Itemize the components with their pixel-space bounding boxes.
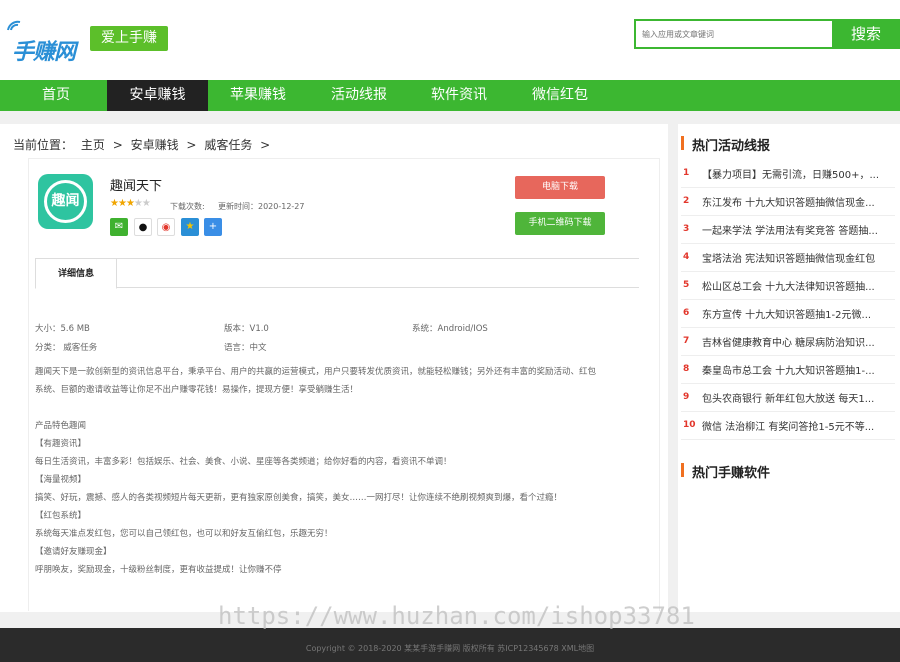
wechat-icon[interactable]: ✉ [110, 218, 128, 236]
rank-number: 1 [683, 168, 690, 178]
weibo-icon[interactable]: ◉ [157, 218, 175, 236]
nav-item-wechat-redpacket[interactable]: 微信红包 [510, 80, 610, 111]
news-link[interactable]: 【暴力项目】无需引流，日赚500+，... [702, 166, 897, 181]
rank-number: 5 [683, 280, 690, 290]
feature-3-title: 【红包系统】 [35, 511, 87, 521]
list-item[interactable]: 1 【暴力项目】无需引流，日赚500+，... [681, 160, 895, 188]
news-link[interactable]: 吉林省健康教育中心 糖尿病防治知识... [702, 334, 897, 349]
list-item[interactable]: 6 东方宣传 十九大知识答题抽1-2元微... [681, 300, 895, 328]
list-item[interactable]: 9 包头农商银行 新年红包大放送 每天1... [681, 384, 895, 412]
list-item[interactable]: 5 松山区总工会 十九大法律知识答题抽... [681, 272, 895, 300]
news-link[interactable]: 微信 法治柳江 有奖问答抢1-5元不等... [702, 418, 897, 433]
nav-item-ios[interactable]: 苹果赚钱 [208, 80, 308, 111]
breadcrumb-category[interactable]: 威客任务 [204, 138, 252, 152]
qq-icon[interactable]: ● [134, 218, 152, 236]
nav-item-activities[interactable]: 活动线报 [309, 80, 409, 111]
nav-item-android[interactable]: 安卓赚钱 [107, 80, 208, 111]
rating-stars: ★★★★★ [110, 198, 151, 209]
tab-details[interactable]: 详细信息 [35, 258, 117, 289]
download-count: 下载次数: [170, 202, 205, 211]
news-link[interactable]: 一起来学法 学法用法有奖竞答 答题抽... [702, 222, 897, 237]
meta-system: 系统：Android/IOS [412, 324, 488, 334]
breadcrumb-home[interactable]: 主页 [81, 138, 105, 152]
detail-tabbar: 详细信息 [35, 258, 639, 289]
rank-number: 10 [683, 420, 696, 430]
list-item[interactable]: 3 一起来学法 学法用法有奖竞答 答题抽... [681, 216, 895, 244]
news-link[interactable]: 秦皇岛市总工会 十九大知识答题抽1-... [702, 362, 897, 377]
qr-download-button[interactable]: 手机二维码下载 [515, 212, 605, 235]
more-share-icon[interactable]: + [204, 218, 222, 236]
wifi-icon [7, 20, 21, 31]
search-input[interactable] [636, 21, 832, 47]
rank-number: 4 [683, 252, 690, 262]
breadcrumb-android[interactable]: 安卓赚钱 [131, 138, 179, 152]
feature-3-text: 系统每天准点发红包，您可以自己领红包，也可以和好友互偷红包，乐趣无穷！ [35, 529, 333, 539]
feature-2-text: 搞笑、好玩，震撼、感人的各类视频短片每天更新，更有独家原创美食，搞笑，美女……一… [35, 493, 563, 503]
news-link[interactable]: 东方宣传 十九大知识答题抽1-2元微... [702, 306, 897, 321]
feature-1-title: 【有趣资讯】 [35, 439, 87, 449]
site-logo[interactable]: 手赚网 [4, 10, 86, 65]
meta-version: 版本：V1.0 [224, 324, 269, 334]
breadcrumb-sep: > [112, 138, 123, 152]
star-empty-icon: ★ [133, 198, 143, 209]
news-link[interactable]: 宝塔法治 宪法知识答题抽微信现金红包 [702, 250, 897, 265]
desc-intro: 趣闻天下是一款创新型的资讯信息平台，秉承平台、用户的共赢的运营模式，用户只要转发… [35, 367, 597, 377]
rank-number: 2 [683, 196, 690, 206]
app-icon: 趣闻 [38, 174, 93, 229]
app-title: 趣闻天下 [110, 179, 163, 194]
feature-1-text: 每日生活资讯，丰富多彩！包括娱乐、社会、美食、小说、星座等各类频道；给你好看的内… [35, 457, 452, 467]
nav-item-news[interactable]: 软件资讯 [409, 80, 509, 111]
watermark: https://www.huzhan.com/ishop33781 [218, 602, 695, 630]
list-item[interactable]: 4 宝塔法治 宪法知识答题抽微信现金红包 [681, 244, 895, 272]
meta-language: 语言：中文 [224, 343, 267, 353]
rank-number: 6 [683, 308, 690, 318]
hot-apps-title: 热门手赚软件 [692, 466, 771, 481]
app-icon-text: 趣闻 [44, 180, 87, 223]
copyright: Copyright © 2018-2020 某某手游手赚网 版权所有 苏ICP1… [305, 644, 595, 653]
logo-text: 手赚网 [12, 40, 76, 65]
meta-category: 分类： 威客任务 [35, 343, 98, 353]
list-item[interactable]: 7 吉林省健康教育中心 糖尿病防治知识... [681, 328, 895, 356]
list-item[interactable]: 8 秦皇岛市总工会 十九大知识答题抽1-... [681, 356, 895, 384]
feature-4-title: 【邀请好友赚现金】 [35, 547, 112, 557]
nav-item-home[interactable]: 首页 [6, 80, 106, 111]
star-empty-icon: ★ [141, 198, 151, 209]
breadcrumb-sep: > [186, 138, 197, 152]
list-item[interactable]: 2 东江发布 十九大知识答题抽微信现金... [681, 188, 895, 216]
search-button[interactable]: 搜索 [832, 19, 900, 49]
star-icon: ★ [125, 198, 135, 209]
rank-number: 9 [683, 392, 690, 402]
site-footer: Copyright © 2018-2020 某某手游手赚网 版权所有 苏ICP1… [0, 628, 900, 662]
pc-download-button[interactable]: 电脑下载 [515, 176, 605, 199]
meta-size: 大小：5.6 MB [35, 324, 90, 334]
update-time: 更新时间：2020-12-27 [218, 202, 305, 211]
rank-number: 7 [683, 336, 690, 346]
section-marker [681, 136, 684, 150]
slogan-badge: 爱上手赚 [90, 26, 168, 51]
feature-4-text: 呼朋唤友，奖励现金，十级粉丝制度，更有收益提成！让你赚不停 [35, 565, 282, 575]
rank-number: 8 [683, 364, 690, 374]
desc-intro-2: 系统、巨额的邀请收益等让你足不出户赚零花钱！易操作，提现方便！享受躺赚生活！ [35, 385, 359, 395]
breadcrumb-sep: > [260, 138, 271, 152]
breadcrumb: 当前位置： 主页 > 安卓赚钱 > 威客任务 > [13, 136, 274, 153]
main-nav: 首页 安卓赚钱 苹果赚钱 活动线报 软件资讯 微信红包 [0, 80, 900, 111]
hot-news-title: 热门活动线报 [692, 139, 771, 154]
feature-2-title: 【海量视频】 [35, 475, 87, 485]
news-link[interactable]: 松山区总工会 十九大法律知识答题抽... [702, 278, 897, 293]
qzone-icon[interactable]: ★ [181, 218, 199, 236]
news-link[interactable]: 东江发布 十九大知识答题抽微信现金... [702, 194, 897, 209]
rank-number: 3 [683, 224, 690, 234]
section-marker [681, 463, 684, 477]
breadcrumb-label: 当前位置： [13, 138, 74, 152]
news-link[interactable]: 包头农商银行 新年红包大放送 每天1... [702, 390, 897, 405]
search-box: 搜索 [634, 19, 900, 49]
list-item[interactable]: 10 微信 法治柳江 有奖问答抢1-5元不等... [681, 412, 895, 440]
site-header: 手赚网 爱上手赚 搜索 [0, 0, 900, 80]
star-icon: ★ [110, 198, 119, 209]
features-title: 产品特色趣闻 [35, 421, 87, 431]
star-icon: ★ [117, 198, 127, 209]
